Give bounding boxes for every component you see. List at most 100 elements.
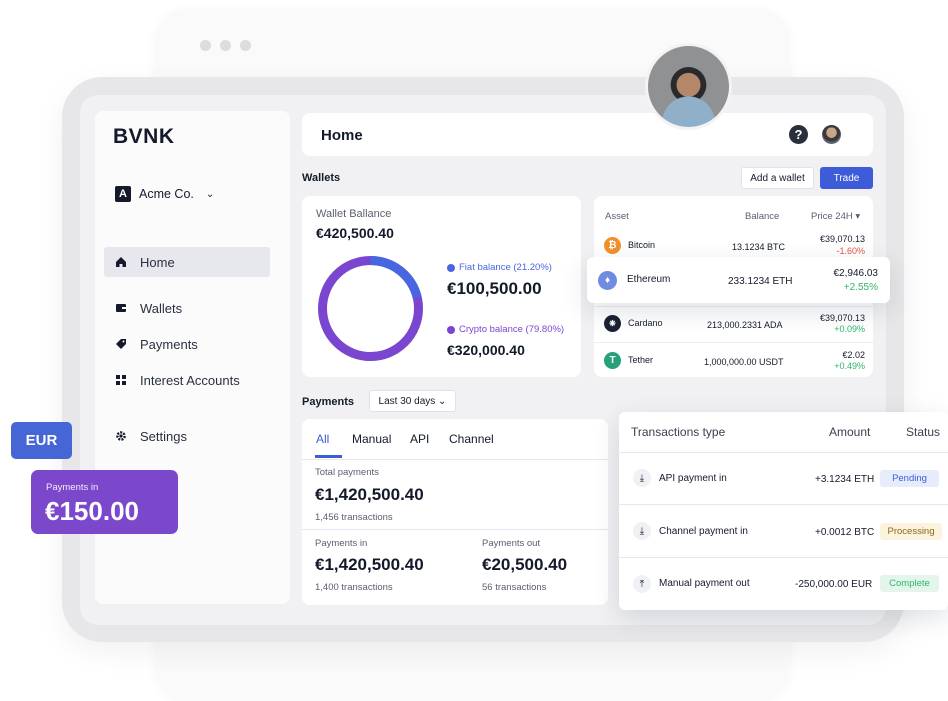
- asset-row-cardano[interactable]: ❋ Cardano 213,000.2331 ADA €39,070.13 +0…: [594, 306, 873, 340]
- asset-row-bitcoin[interactable]: ₿ Bitcoin 13.1234 BTC €39,070.13 -1.60%: [594, 230, 873, 258]
- asset-price: €2,946.03: [833, 268, 879, 279]
- wallets-heading: Wallets: [302, 172, 341, 184]
- asset-row-ethereum[interactable]: ♦ Ethereum 233.1234 ETH €2,946.03 +2.55%: [587, 257, 890, 303]
- currency-tag: EUR: [11, 422, 72, 459]
- sidebar-item-home[interactable]: Home: [104, 247, 270, 277]
- avatar[interactable]: [822, 125, 841, 144]
- page-title: Home: [321, 127, 363, 144]
- home-icon: [114, 255, 128, 269]
- sidebar-item-label: Payments: [140, 336, 198, 352]
- org-badge: A: [115, 186, 131, 202]
- help-icon[interactable]: ?: [789, 125, 808, 144]
- status-badge: Pending: [880, 470, 939, 487]
- asset-balance: 213,000.2331 ADA: [707, 320, 783, 330]
- asset-name: Bitcoin: [628, 240, 656, 250]
- asset-change: -1.60%: [836, 246, 865, 256]
- transaction-row[interactable]: ⤓ Channel payment in +0.0012 BTC Process…: [619, 506, 948, 558]
- payments-in-tag: Payments in €150.00: [31, 470, 178, 534]
- total-payments-amount: €1,420,500.40: [315, 485, 424, 504]
- asset-row-tether[interactable]: T Tether 1,000,000.00 USDT €2.02 +0.49%: [594, 342, 873, 376]
- sidebar-item-label: Wallets: [140, 300, 183, 316]
- payments-in-tag-amount: €150.00: [45, 496, 139, 526]
- cardano-icon: ❋: [604, 315, 621, 332]
- balance-donut-chart: [318, 256, 423, 361]
- download-icon: ⤓: [633, 469, 651, 487]
- asset-name: Tether: [628, 355, 654, 365]
- asset-name: Cardano: [628, 318, 663, 328]
- trade-button[interactable]: Trade: [820, 167, 873, 189]
- add-wallet-button[interactable]: Add a wallet: [741, 167, 814, 189]
- fiat-balance-amount: €100,500.00: [447, 279, 542, 298]
- chevron-down-icon: ⌄: [205, 188, 215, 200]
- bitcoin-icon: ₿: [604, 237, 621, 254]
- tab-all[interactable]: All: [316, 432, 329, 446]
- profile-photo: [645, 43, 732, 130]
- asset-change: +2.55%: [843, 282, 878, 293]
- crypto-legend-dot: [447, 326, 455, 334]
- crypto-balance-amount: €320,000.40: [447, 342, 525, 358]
- tab-channel[interactable]: Channel: [449, 432, 494, 446]
- window-dots: [200, 40, 251, 51]
- amount-header: Amount: [829, 425, 871, 439]
- total-payments-count: 1,456 transactions: [315, 512, 393, 523]
- payments-in-amount: €1,420,500.40: [315, 555, 424, 574]
- payments-in-label: Payments in: [315, 538, 368, 549]
- wallet-icon: [114, 301, 128, 315]
- sidebar-item-label: Home: [140, 254, 175, 270]
- asset-balance: 233.1234 ETH: [728, 276, 793, 287]
- gear-icon: [114, 429, 128, 443]
- ethereum-icon: ♦: [598, 271, 617, 290]
- org-name: Acme Co.: [139, 187, 194, 201]
- status-header: Status: [906, 425, 941, 439]
- brand-logo: BVNK: [113, 125, 175, 148]
- sidebar-item-label: Settings: [140, 428, 187, 444]
- payments-in-tag-label: Payments in: [46, 482, 99, 493]
- transaction-amount: -250,000.00 EUR: [795, 579, 873, 590]
- tether-icon: T: [604, 352, 621, 369]
- sidebar-item-settings[interactable]: Settings: [104, 421, 270, 451]
- asset-change: +0.49%: [834, 361, 865, 371]
- asset-balance: 1,000,000.00 USDT: [704, 357, 784, 367]
- asset-price: €39,070.13: [819, 313, 865, 323]
- transaction-type: API payment in: [659, 473, 727, 484]
- transaction-amount: +3.1234 ETH: [815, 474, 875, 485]
- sidebar-item-interest-accounts[interactable]: Interest Accounts: [104, 365, 270, 395]
- sidebar-item-label: Interest Accounts: [140, 372, 240, 388]
- transaction-type: Channel payment in: [659, 526, 748, 537]
- transaction-amount: +0.0012 BTC: [815, 527, 875, 538]
- wallet-balance-total: €420,500.40: [316, 225, 394, 241]
- transactions-card: Transactions type Amount Status ⤓ API pa…: [619, 412, 948, 610]
- payments-out-label: Payments out: [482, 538, 541, 549]
- asset-name: Ethereum: [627, 274, 671, 285]
- org-switcher[interactable]: A Acme Co. ⌄: [115, 186, 214, 202]
- sidebar-item-payments[interactable]: Payments: [104, 329, 270, 359]
- asset-change: +0.09%: [834, 324, 865, 334]
- status-badge: Processing: [880, 523, 942, 540]
- transaction-type: Manual payment out: [659, 578, 750, 589]
- crypto-balance-label: Crypto balance (79.80%): [459, 324, 565, 335]
- fiat-legend-dot: [447, 264, 455, 272]
- grid-icon: [114, 373, 128, 387]
- download-icon: ⤓: [633, 522, 651, 540]
- tab-api[interactable]: API: [410, 432, 429, 446]
- payments-out-amount: €20,500.40: [482, 555, 568, 574]
- tab-manual[interactable]: Manual: [352, 432, 391, 446]
- price-column-header[interactable]: Price 24H ▾: [811, 211, 860, 222]
- tag-icon: [114, 337, 128, 351]
- active-tab-indicator: [315, 455, 342, 458]
- fiat-balance-label: Fiat balance (21.20%): [459, 262, 552, 273]
- upload-icon: ⤒: [633, 575, 651, 593]
- asset-column-header: Asset: [605, 211, 629, 222]
- transaction-row[interactable]: ⤓ API payment in +3.1234 ETH Pending: [619, 453, 948, 505]
- asset-price: €39,070.13: [819, 234, 865, 244]
- transaction-row[interactable]: ⤒ Manual payment out -250,000.00 EUR Com…: [619, 559, 948, 609]
- sidebar-item-wallets[interactable]: Wallets: [104, 293, 270, 323]
- top-bar: Home ?: [302, 113, 873, 156]
- date-range-select[interactable]: Last 30 days ⌄: [369, 390, 456, 412]
- chevron-down-icon: ⌄: [438, 395, 447, 407]
- total-payments-label: Total payments: [315, 467, 379, 478]
- balance-column-header: Balance: [745, 211, 780, 222]
- status-badge: Complete: [880, 575, 939, 592]
- payments-out-count: 56 transactions: [482, 582, 547, 593]
- transaction-type-header: Transactions type: [631, 425, 726, 439]
